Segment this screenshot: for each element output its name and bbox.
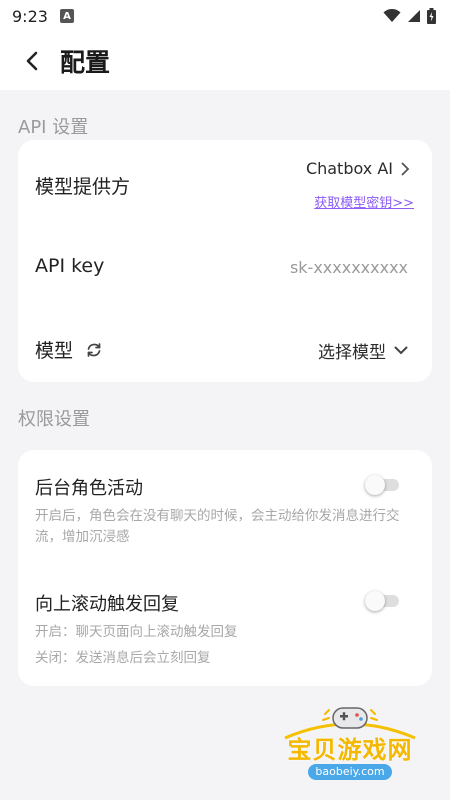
api-key-row[interactable]: API key sk-xxxxxxxxxx	[18, 240, 432, 296]
status-icons	[383, 8, 436, 24]
model-label-group: 模型	[35, 336, 103, 363]
scroll-reply-row: 向上滚动触发回复 开启：聊天页面向上滚动触发回复 关闭：发送消息后会立刻回复	[18, 580, 432, 680]
api-section-title: API 设置	[18, 117, 89, 138]
api-key-label: API key	[35, 255, 105, 277]
status-time: 9:23	[12, 6, 48, 26]
get-api-key-link[interactable]: 获取模型密钥>>	[314, 192, 414, 211]
scroll-reply-label: 向上滚动触发回复	[35, 594, 179, 615]
permission-settings-card: 后台角色活动 开启后，角色会在没有聊天的时候，会主动给你发消息进行交流，增加沉浸…	[18, 450, 432, 686]
watermark-logo: 宝贝游戏网 baobeiy.com	[275, 700, 425, 790]
page-title: 配置	[60, 48, 111, 77]
model-label: 模型	[35, 340, 74, 362]
provider-value[interactable]: Chatbox AI	[306, 159, 410, 178]
background-activity-toggle[interactable]	[365, 475, 399, 495]
background-activity-description: 开启后，角色会在没有聊天的时候，会主动给你发消息进行交流，增加沉浸感	[35, 508, 400, 545]
back-button[interactable]	[12, 41, 52, 81]
provider-row[interactable]: 模型提供方 Chatbox AI 获取模型密钥>>	[18, 140, 432, 222]
app-bar: 配置	[0, 32, 450, 90]
toggle-knob	[365, 591, 385, 611]
scroll-reply-desc-off: 关闭：发送消息后会立刻回复	[35, 650, 211, 666]
background-activity-label: 后台角色活动	[35, 478, 143, 499]
wifi-icon	[383, 9, 401, 22]
watermark-url: baobeiy.com	[308, 764, 392, 780]
scroll-reply-toggle[interactable]	[365, 591, 399, 611]
api-key-input[interactable]: sk-xxxxxxxxxx	[290, 258, 408, 277]
chevron-down-icon	[394, 346, 408, 355]
scroll-reply-desc-on: 开启：聊天页面向上滚动触发回复	[35, 624, 238, 640]
back-arrow-icon	[26, 51, 38, 71]
provider-label: 模型提供方	[35, 176, 131, 198]
permission-section-title: 权限设置	[18, 409, 90, 430]
refresh-icon[interactable]	[85, 341, 103, 359]
status-bar: 9:23 A	[0, 0, 450, 32]
provider-name: Chatbox AI	[305, 159, 393, 178]
model-row[interactable]: 模型 选择模型	[18, 318, 432, 374]
signal-icon	[408, 10, 420, 22]
toggle-knob	[365, 475, 385, 495]
model-select[interactable]: 选择模型	[318, 338, 408, 363]
notification-icon: A	[59, 9, 74, 23]
model-select-value: 选择模型	[318, 343, 386, 363]
api-settings-card: 模型提供方 Chatbox AI 获取模型密钥>> API key sk-xxx…	[18, 140, 432, 382]
watermark-text: 宝贝游戏网	[287, 736, 413, 764]
chevron-right-icon	[401, 162, 410, 175]
battery-icon	[427, 8, 436, 24]
background-activity-row: 后台角色活动 开启后，角色会在没有聊天的时候，会主动给你发消息进行交流，增加沉浸…	[18, 450, 432, 560]
